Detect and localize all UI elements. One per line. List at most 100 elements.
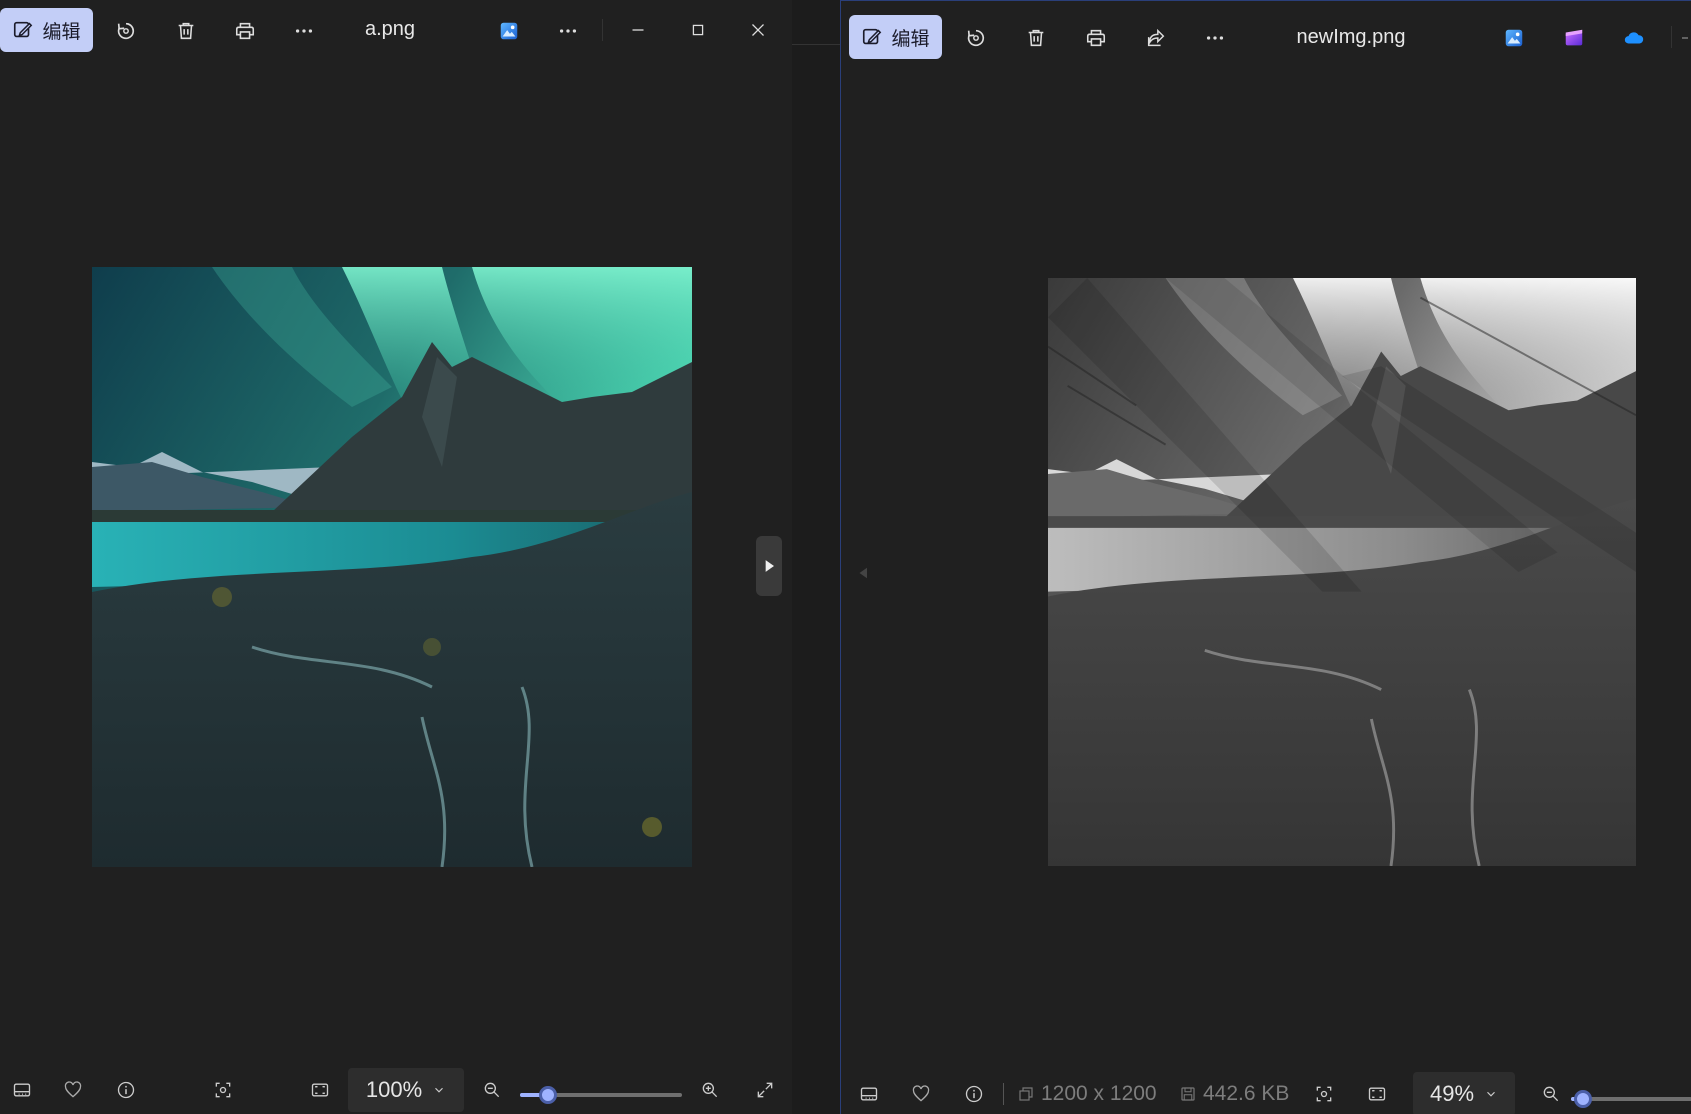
clipchamp-icon <box>1565 29 1583 46</box>
chevron-left-icon <box>859 567 867 579</box>
delete-button[interactable] <box>1014 16 1058 60</box>
rotate-icon <box>967 29 985 47</box>
photos-app-icon <box>500 22 518 40</box>
scan-icon <box>1316 1086 1332 1102</box>
divider <box>1671 26 1672 48</box>
zoom-slider[interactable] <box>1571 1090 1691 1108</box>
edit-button[interactable]: 编辑 <box>0 8 93 52</box>
zoom-out-icon <box>1543 1086 1559 1102</box>
maximize-icon <box>692 24 704 36</box>
info-icon <box>117 1081 135 1099</box>
image-dimensions: 1200 x 1200 <box>1017 1078 1157 1110</box>
edit-icon <box>14 21 33 38</box>
minimize-icon <box>1682 37 1688 39</box>
filmstrip-button[interactable] <box>6 1074 38 1106</box>
favorite-button[interactable] <box>57 1074 89 1106</box>
file-name: a.png <box>364 18 416 40</box>
print-icon <box>235 22 255 40</box>
next-image-button[interactable] <box>756 536 782 596</box>
onedrive-button[interactable] <box>1612 16 1656 60</box>
zoom-dropdown[interactable]: 49% <box>1413 1072 1515 1114</box>
photos-app-button[interactable] <box>487 9 531 53</box>
filmstrip-button[interactable] <box>853 1078 885 1110</box>
trash-icon <box>1028 29 1044 47</box>
info-icon <box>965 1085 983 1103</box>
clipchamp-button[interactable] <box>1552 16 1596 60</box>
maximize-button[interactable] <box>676 8 720 52</box>
print-button[interactable] <box>223 9 267 53</box>
rotate-button[interactable] <box>104 9 148 53</box>
photo-aurora-color <box>92 267 692 867</box>
print-icon <box>1086 29 1106 47</box>
zoom-in-icon <box>702 1082 718 1098</box>
dimensions-icon <box>1019 1087 1033 1101</box>
photos-window-right: 编辑 newImg.png 1200 x 1200 442.6 KB 49% <box>840 0 1691 1114</box>
heart-icon <box>64 1081 82 1098</box>
file-size: 442.6 KB <box>1179 1078 1289 1110</box>
close-icon <box>752 24 764 36</box>
zoom-slider-thumb[interactable] <box>538 1086 557 1104</box>
zoom-out-button[interactable] <box>1535 1078 1567 1110</box>
info-button[interactable] <box>958 1078 990 1110</box>
status-bar: 1200 x 1200 442.6 KB 49% <box>841 1066 1691 1114</box>
minimize-button[interactable] <box>616 8 660 52</box>
more-icon <box>1206 36 1224 40</box>
divider <box>1003 1083 1004 1105</box>
photos-window-left: 编辑 a.png 100% <box>0 0 793 1114</box>
scan-icon <box>215 1082 231 1098</box>
print-button[interactable] <box>1074 16 1118 60</box>
file-name: newImg.png <box>1296 26 1406 48</box>
zoom-in-button[interactable] <box>694 1074 726 1106</box>
photos-app-button[interactable] <box>1492 16 1536 60</box>
share-button[interactable] <box>1134 16 1178 60</box>
photos-app-icon <box>1505 29 1523 47</box>
zoom-dropdown[interactable]: 100% <box>348 1068 464 1112</box>
status-bar: 100% <box>0 1066 792 1114</box>
close-button[interactable] <box>736 8 780 52</box>
dimensions-text: 1200 x 1200 <box>1041 1082 1157 1105</box>
info-button[interactable] <box>110 1074 142 1106</box>
fit-to-window-button[interactable] <box>304 1074 336 1106</box>
visual-search-button[interactable] <box>1308 1078 1340 1110</box>
fit-icon <box>311 1083 329 1097</box>
visual-search-button[interactable] <box>207 1074 239 1106</box>
chevron-right-icon <box>765 560 774 572</box>
fit-to-window-button[interactable] <box>1361 1078 1393 1110</box>
edit-button[interactable]: 编辑 <box>849 15 942 59</box>
more-button-2[interactable] <box>546 9 590 53</box>
edit-icon <box>863 28 882 45</box>
zoom-value: 100% <box>365 1077 423 1102</box>
filmstrip-icon <box>860 1087 878 1101</box>
edit-label: 编辑 <box>891 28 930 50</box>
fit-icon <box>1368 1087 1386 1101</box>
title-bar: 编辑 a.png <box>0 0 792 64</box>
more-button[interactable] <box>282 9 326 53</box>
more-icon <box>295 29 313 33</box>
share-icon <box>1147 28 1165 47</box>
chevron-down-icon <box>1487 1091 1495 1097</box>
more-icon <box>559 29 577 33</box>
minimize-icon <box>632 29 644 31</box>
heart-icon <box>912 1085 930 1102</box>
delete-button[interactable] <box>164 9 208 53</box>
rotate-icon <box>117 22 135 40</box>
trash-icon <box>178 22 194 40</box>
zoom-value: 49% <box>1429 1081 1475 1106</box>
previous-image-button[interactable] <box>855 564 873 587</box>
fullscreen-icon <box>757 1082 773 1098</box>
filmstrip-icon <box>13 1083 31 1097</box>
rotate-button[interactable] <box>954 16 998 60</box>
divider <box>792 44 840 45</box>
photo-aurora-grayscale <box>1048 278 1636 866</box>
favorite-button[interactable] <box>905 1078 937 1110</box>
zoom-out-icon <box>484 1082 500 1098</box>
zoom-slider-thumb[interactable] <box>1574 1090 1593 1108</box>
more-button[interactable] <box>1193 16 1237 60</box>
minimize-button[interactable] <box>1679 28 1691 48</box>
edit-label: 编辑 <box>42 21 81 43</box>
zoom-out-button[interactable] <box>476 1074 508 1106</box>
file-size-text: 442.6 KB <box>1203 1082 1290 1105</box>
divider <box>602 19 603 41</box>
zoom-slider[interactable] <box>520 1086 682 1104</box>
fullscreen-button[interactable] <box>749 1074 781 1106</box>
